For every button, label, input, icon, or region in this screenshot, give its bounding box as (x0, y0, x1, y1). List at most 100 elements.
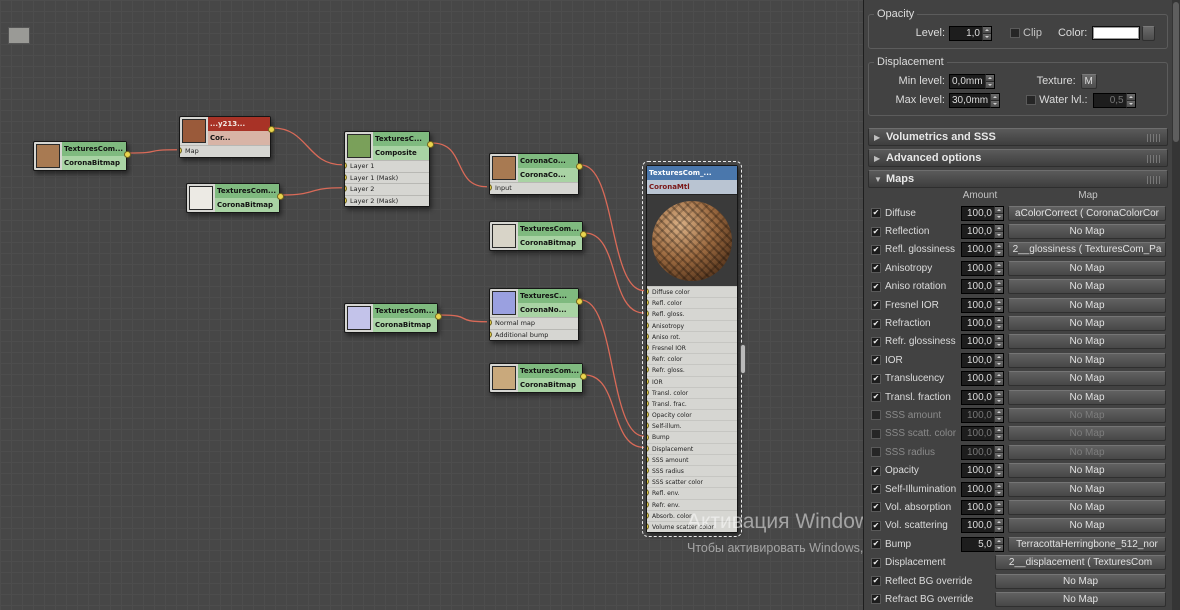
panel-scrollbar-thumb[interactable] (1173, 2, 1179, 142)
input-socket-icon[interactable] (647, 455, 649, 463)
spinner-arrows-icon[interactable] (994, 536, 1004, 552)
input-socket-icon[interactable] (647, 411, 649, 419)
refl-glossiness-amount-spinner[interactable]: 100,0 (961, 242, 1004, 258)
vol-absorption-amount-spinner[interactable]: 100,0 (961, 499, 1004, 515)
output-socket-icon[interactable] (427, 141, 434, 148)
sss-scatt-color-amount-spinner-value[interactable]: 100,0 (961, 426, 994, 442)
refraction-amount-spinner[interactable]: 100,0 (961, 316, 1004, 332)
node-bm1[interactable]: TexturesCom... CoronaBitmap (33, 141, 131, 171)
self-illumination-amount-spinner[interactable]: 100,0 (961, 481, 1004, 497)
refr-glossiness-map-button[interactable]: No Map (1008, 334, 1166, 350)
sss-radius-map-button[interactable]: No Map (1008, 444, 1166, 460)
spinner-arrows-icon[interactable] (994, 224, 1004, 240)
refract-bg-override-checkbox[interactable]: ✔ (871, 594, 881, 605)
opacity-map-button[interactable]: No Map (1008, 463, 1166, 479)
input-socket-icon[interactable] (345, 185, 347, 193)
self-illumination-amount-spinner-value[interactable]: 100,0 (961, 481, 994, 497)
spinner-up-icon[interactable] (995, 280, 1003, 288)
self-illumination-checkbox[interactable]: ✔ (871, 484, 881, 495)
bump-map-button[interactable]: TerracottaHerringbone_512_nor (1008, 536, 1166, 552)
spinner-arrows-icon[interactable] (1125, 92, 1136, 108)
input-socket-icon[interactable] (647, 500, 649, 508)
reflect-bg-override-map-button[interactable]: No Map (995, 573, 1166, 589)
spinner-arrows-icon[interactable] (994, 518, 1004, 534)
input-socket-icon[interactable] (647, 310, 649, 318)
spinner-arrows-icon[interactable] (994, 297, 1004, 313)
transl-fraction-checkbox[interactable]: ✔ (871, 392, 881, 403)
ior-map-button[interactable]: No Map (1008, 352, 1166, 368)
transl-fraction-amount-spinner-value[interactable]: 100,0 (961, 389, 994, 405)
sss-scatt-color-amount-spinner[interactable]: 100,0 (961, 426, 1004, 442)
input-socket-icon[interactable] (647, 511, 649, 519)
spinner-down-icon[interactable] (995, 232, 1003, 239)
input-socket-icon[interactable] (647, 366, 649, 374)
spinner-up-icon[interactable] (995, 500, 1003, 508)
spinner-up-icon[interactable] (995, 335, 1003, 343)
sss-radius-checkbox[interactable] (871, 447, 881, 458)
output-socket-icon[interactable] (576, 163, 583, 170)
output-socket-icon[interactable] (580, 231, 587, 238)
node-graph-view[interactable]: TexturesCom... CoronaBitmap ...y213... Cor.… (0, 0, 863, 610)
spinner-arrows-icon[interactable] (994, 205, 1004, 221)
spinner-up-icon[interactable] (985, 74, 994, 82)
input-socket-icon[interactable] (647, 321, 649, 329)
input-socket-icon[interactable] (647, 467, 649, 475)
displacement-map-button[interactable]: 2__displacement ( TexturesCom (995, 555, 1166, 571)
input-socket-icon[interactable] (647, 388, 649, 396)
ior-amount-spinner[interactable]: 100,0 (961, 352, 1004, 368)
displacement-texture-button[interactable]: M (1080, 73, 1097, 89)
reflection-checkbox[interactable]: ✔ (871, 226, 881, 237)
spinner-arrows-icon[interactable] (994, 316, 1004, 332)
displacement-max-spinner[interactable]: 30,0mm (949, 92, 1001, 108)
spinner-arrows-icon[interactable] (994, 352, 1004, 368)
refr-glossiness-checkbox[interactable]: ✔ (871, 336, 881, 347)
water-level-spinner-value[interactable]: 0,5 (1092, 92, 1126, 108)
bump-checkbox[interactable]: ✔ (871, 539, 881, 550)
anisotropy-amount-spinner[interactable]: 100,0 (961, 260, 1004, 276)
spinner-arrows-icon[interactable] (994, 407, 1004, 423)
output-socket-icon[interactable] (124, 151, 131, 158)
reflect-bg-override-checkbox[interactable]: ✔ (871, 576, 881, 586)
refraction-map-button[interactable]: No Map (1008, 316, 1166, 332)
fresnel-ior-amount-spinner-value[interactable]: 100,0 (961, 297, 994, 313)
spinner-down-icon[interactable] (995, 434, 1003, 441)
spinner-down-icon[interactable] (983, 33, 991, 40)
spinner-up-icon[interactable] (995, 298, 1003, 306)
vol-absorption-amount-spinner-value[interactable]: 100,0 (961, 499, 994, 515)
refl-glossiness-map-button[interactable]: 2__glossiness ( TexturesCom_Pa (1008, 242, 1166, 258)
spinner-down-icon[interactable] (995, 360, 1003, 367)
node-bm2[interactable]: TexturesCom... CoronaBitmap (186, 183, 284, 213)
node-cc[interactable]: CoronaCo... CoronaCo... Input (489, 153, 583, 195)
spinner-down-icon[interactable] (995, 489, 1003, 496)
reflection-amount-spinner-value[interactable]: 100,0 (961, 224, 994, 240)
spinner-arrows-icon[interactable] (990, 92, 1001, 108)
aniso-rotation-map-button[interactable]: No Map (1008, 279, 1166, 295)
sss-scatt-color-map-button[interactable]: No Map (1008, 426, 1166, 442)
diffuse-map-button[interactable]: aColorCorrect ( CoronaColorCor (1008, 205, 1166, 221)
refraction-checkbox[interactable]: ✔ (871, 318, 881, 329)
spinner-down-icon[interactable] (995, 379, 1003, 386)
anisotropy-map-button[interactable]: No Map (1008, 260, 1166, 276)
bump-amount-spinner-value[interactable]: 5,0 (961, 536, 994, 552)
input-socket-icon[interactable] (647, 433, 649, 441)
diffuse-checkbox[interactable]: ✔ (871, 208, 881, 219)
vol-absorption-checkbox[interactable]: ✔ (871, 502, 881, 513)
input-socket-icon[interactable] (647, 332, 649, 340)
spinner-down-icon[interactable] (995, 452, 1003, 459)
transl-fraction-map-button[interactable]: No Map (1008, 389, 1166, 405)
input-socket-icon[interactable] (647, 377, 649, 385)
reflection-map-button[interactable]: No Map (1008, 224, 1166, 240)
spinner-up-icon[interactable] (1126, 93, 1135, 101)
spinner-down-icon[interactable] (1126, 100, 1135, 107)
input-socket-icon[interactable] (180, 147, 182, 155)
rollout-advanced-options[interactable]: ▶ Advanced options (868, 149, 1168, 167)
panel-scrollbar[interactable] (1172, 0, 1180, 610)
spinner-arrows-icon[interactable] (994, 334, 1004, 350)
water-level-spinner[interactable]: 0,5 (1092, 92, 1136, 108)
sss-amount-checkbox[interactable] (871, 410, 881, 421)
fresnel-ior-map-button[interactable]: No Map (1008, 297, 1166, 313)
spinner-down-icon[interactable] (995, 471, 1003, 478)
refr-glossiness-amount-spinner-value[interactable]: 100,0 (961, 334, 994, 350)
vol-absorption-map-button[interactable]: No Map (1008, 499, 1166, 515)
spinner-down-icon[interactable] (995, 397, 1003, 404)
